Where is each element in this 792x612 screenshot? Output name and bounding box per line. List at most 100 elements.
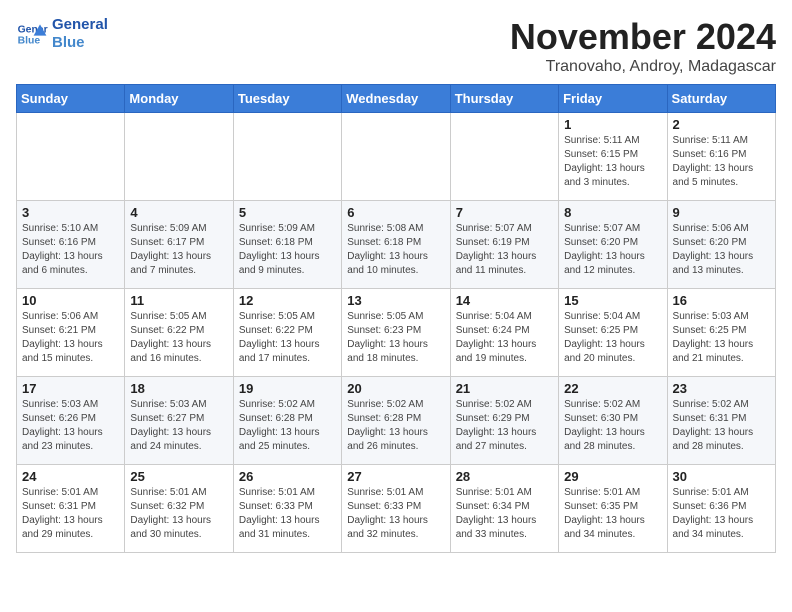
day-info: Sunrise: 5:06 AM Sunset: 6:21 PM Dayligh…: [22, 310, 119, 366]
calendar-cell: [125, 113, 233, 201]
day-info: Sunrise: 5:06 AM Sunset: 6:20 PM Dayligh…: [673, 222, 770, 278]
calendar-cell: 2Sunrise: 5:11 AM Sunset: 6:16 PM Daylig…: [667, 113, 775, 201]
calendar-cell: 30Sunrise: 5:01 AM Sunset: 6:36 PM Dayli…: [667, 465, 775, 553]
calendar-cell: 21 Sunrise: 5:02 AM Sunset: 6:29 PM Dayli…: [450, 377, 558, 465]
calendar-cell: 5Sunrise: 5:09 AM Sunset: 6:18 PM Daylig…: [233, 201, 341, 289]
day-info: Sunrise: 5:05 AM Sunset: 6:22 PM Dayligh…: [130, 310, 227, 366]
calendar-week-2: 3 Sunrise: 5:10 AM Sunset: 6:16 PM Daylig…: [17, 201, 776, 289]
header: General Blue General Blue November 2024 …: [16, 16, 776, 76]
calendar-cell: 19Sunrise: 5:02 AM Sunset: 6:28 PM Dayli…: [233, 377, 341, 465]
day-info: Sunrise: 5:02 AM Sunset: 6:28 PM Dayligh…: [239, 398, 336, 454]
calendar-cell: [450, 113, 558, 201]
day-info: Sunrise: 5:01 AM Sunset: 6:31 PM Dayligh…: [22, 486, 119, 542]
svg-text:Blue: Blue: [18, 36, 41, 47]
day-number: 6: [347, 205, 444, 220]
day-info: Sunrise: 5:03 AM Sunset: 6:25 PM Dayligh…: [673, 310, 770, 366]
calendar-cell: 15 Sunrise: 5:04 AM Sunset: 6:25 PM Dayli…: [559, 289, 667, 377]
day-info: Sunrise: 5:02 AM Sunset: 6:28 PM Dayligh…: [347, 398, 444, 454]
calendar-cell: 26Sunrise: 5:01 AM Sunset: 6:33 PM Dayli…: [233, 465, 341, 553]
logo: General Blue General Blue: [16, 16, 108, 52]
day-number: 25: [130, 469, 227, 484]
day-info: Sunrise: 5:03 AM Sunset: 6:27 PM Dayligh…: [130, 398, 227, 454]
calendar-cell: 24 Sunrise: 5:01 AM Sunset: 6:31 PM Dayli…: [17, 465, 125, 553]
day-number: 16: [673, 293, 770, 308]
day-number: 8: [564, 205, 661, 220]
calendar-cell: [17, 113, 125, 201]
calendar-cell: 23 Sunrise: 5:02 AM Sunset: 6:31 PM Dayli…: [667, 377, 775, 465]
day-number: 4: [130, 205, 227, 220]
calendar-week-1: 1 Sunrise: 5:11 AM Sunset: 6:15 PM Daylig…: [17, 113, 776, 201]
month-title: November 2024: [510, 16, 776, 58]
day-number: 12: [239, 293, 336, 308]
day-number: 14: [456, 293, 553, 308]
day-info: Sunrise: 5:02 AM Sunset: 6:31 PM Dayligh…: [673, 398, 770, 454]
calendar-cell: 1 Sunrise: 5:11 AM Sunset: 6:15 PM Daylig…: [559, 113, 667, 201]
day-number: 15: [564, 293, 661, 308]
calendar-cell: 29 Sunrise: 5:01 AM Sunset: 6:35 PM Dayli…: [559, 465, 667, 553]
day-number: 27: [347, 469, 444, 484]
day-number: 23: [673, 381, 770, 396]
day-number: 18: [130, 381, 227, 396]
day-number: 11: [130, 293, 227, 308]
weekday-thursday: Thursday: [450, 85, 558, 113]
day-number: 22: [564, 381, 661, 396]
weekday-wednesday: Wednesday: [342, 85, 450, 113]
day-number: 7: [456, 205, 553, 220]
day-number: 3: [22, 205, 119, 220]
day-info: Sunrise: 5:01 AM Sunset: 6:33 PM Dayligh…: [347, 486, 444, 542]
day-number: 29: [564, 469, 661, 484]
calendar-cell: 12Sunrise: 5:05 AM Sunset: 6:22 PM Dayli…: [233, 289, 341, 377]
calendar-cell: 27 Sunrise: 5:01 AM Sunset: 6:33 PM Dayli…: [342, 465, 450, 553]
calendar-cell: 17Sunrise: 5:03 AM Sunset: 6:26 PM Dayli…: [17, 377, 125, 465]
calendar-cell: 20Sunrise: 5:02 AM Sunset: 6:28 PM Dayli…: [342, 377, 450, 465]
calendar-week-5: 24 Sunrise: 5:01 AM Sunset: 6:31 PM Dayli…: [17, 465, 776, 553]
calendar-body: 1 Sunrise: 5:11 AM Sunset: 6:15 PM Daylig…: [17, 113, 776, 553]
calendar-cell: 28Sunrise: 5:01 AM Sunset: 6:34 PM Dayli…: [450, 465, 558, 553]
day-info: Sunrise: 5:01 AM Sunset: 6:36 PM Dayligh…: [673, 486, 770, 542]
logo-general: General: [52, 16, 108, 34]
day-info: Sunrise: 5:01 AM Sunset: 6:35 PM Dayligh…: [564, 486, 661, 542]
day-number: 5: [239, 205, 336, 220]
day-number: 26: [239, 469, 336, 484]
calendar-cell: 16 Sunrise: 5:03 AM Sunset: 6:25 PM Dayli…: [667, 289, 775, 377]
day-info: Sunrise: 5:02 AM Sunset: 6:29 PM Dayligh…: [456, 398, 553, 454]
day-info: Sunrise: 5:07 AM Sunset: 6:19 PM Dayligh…: [456, 222, 553, 278]
day-info: Sunrise: 5:04 AM Sunset: 6:25 PM Dayligh…: [564, 310, 661, 366]
weekday-sunday: Sunday: [17, 85, 125, 113]
calendar-cell: 13 Sunrise: 5:05 AM Sunset: 6:23 PM Dayli…: [342, 289, 450, 377]
logo-icon: General Blue: [16, 18, 48, 50]
day-info: Sunrise: 5:07 AM Sunset: 6:20 PM Dayligh…: [564, 222, 661, 278]
calendar-cell: 22Sunrise: 5:02 AM Sunset: 6:30 PM Dayli…: [559, 377, 667, 465]
day-info: Sunrise: 5:11 AM Sunset: 6:16 PM Dayligh…: [673, 134, 770, 190]
day-info: Sunrise: 5:09 AM Sunset: 6:17 PM Dayligh…: [130, 222, 227, 278]
calendar-header: SundayMondayTuesdayWednesdayThursdayFrid…: [17, 85, 776, 113]
day-number: 21: [456, 381, 553, 396]
calendar-week-4: 17Sunrise: 5:03 AM Sunset: 6:26 PM Dayli…: [17, 377, 776, 465]
weekday-tuesday: Tuesday: [233, 85, 341, 113]
day-number: 10: [22, 293, 119, 308]
logo-blue: Blue: [52, 34, 108, 52]
calendar-cell: 8 Sunrise: 5:07 AM Sunset: 6:20 PM Daylig…: [559, 201, 667, 289]
calendar-cell: [342, 113, 450, 201]
day-number: 17: [22, 381, 119, 396]
day-info: Sunrise: 5:05 AM Sunset: 6:23 PM Dayligh…: [347, 310, 444, 366]
calendar-week-3: 10 Sunrise: 5:06 AM Sunset: 6:21 PM Dayli…: [17, 289, 776, 377]
day-info: Sunrise: 5:10 AM Sunset: 6:16 PM Dayligh…: [22, 222, 119, 278]
day-info: Sunrise: 5:04 AM Sunset: 6:24 PM Dayligh…: [456, 310, 553, 366]
day-number: 13: [347, 293, 444, 308]
calendar-cell: 4 Sunrise: 5:09 AM Sunset: 6:17 PM Daylig…: [125, 201, 233, 289]
day-number: 9: [673, 205, 770, 220]
day-number: 1: [564, 117, 661, 132]
calendar-cell: 11 Sunrise: 5:05 AM Sunset: 6:22 PM Dayli…: [125, 289, 233, 377]
weekday-monday: Monday: [125, 85, 233, 113]
day-number: 28: [456, 469, 553, 484]
calendar-cell: 10 Sunrise: 5:06 AM Sunset: 6:21 PM Dayli…: [17, 289, 125, 377]
calendar-cell: 14 Sunrise: 5:04 AM Sunset: 6:24 PM Dayli…: [450, 289, 558, 377]
calendar-cell: 3 Sunrise: 5:10 AM Sunset: 6:16 PM Daylig…: [17, 201, 125, 289]
calendar-cell: 9 Sunrise: 5:06 AM Sunset: 6:20 PM Daylig…: [667, 201, 775, 289]
title-section: November 2024 Tranovaho, Androy, Madagas…: [510, 16, 776, 76]
day-number: 24: [22, 469, 119, 484]
day-info: Sunrise: 5:01 AM Sunset: 6:32 PM Dayligh…: [130, 486, 227, 542]
calendar-cell: 6Sunrise: 5:08 AM Sunset: 6:18 PM Daylig…: [342, 201, 450, 289]
day-info: Sunrise: 5:11 AM Sunset: 6:15 PM Dayligh…: [564, 134, 661, 190]
